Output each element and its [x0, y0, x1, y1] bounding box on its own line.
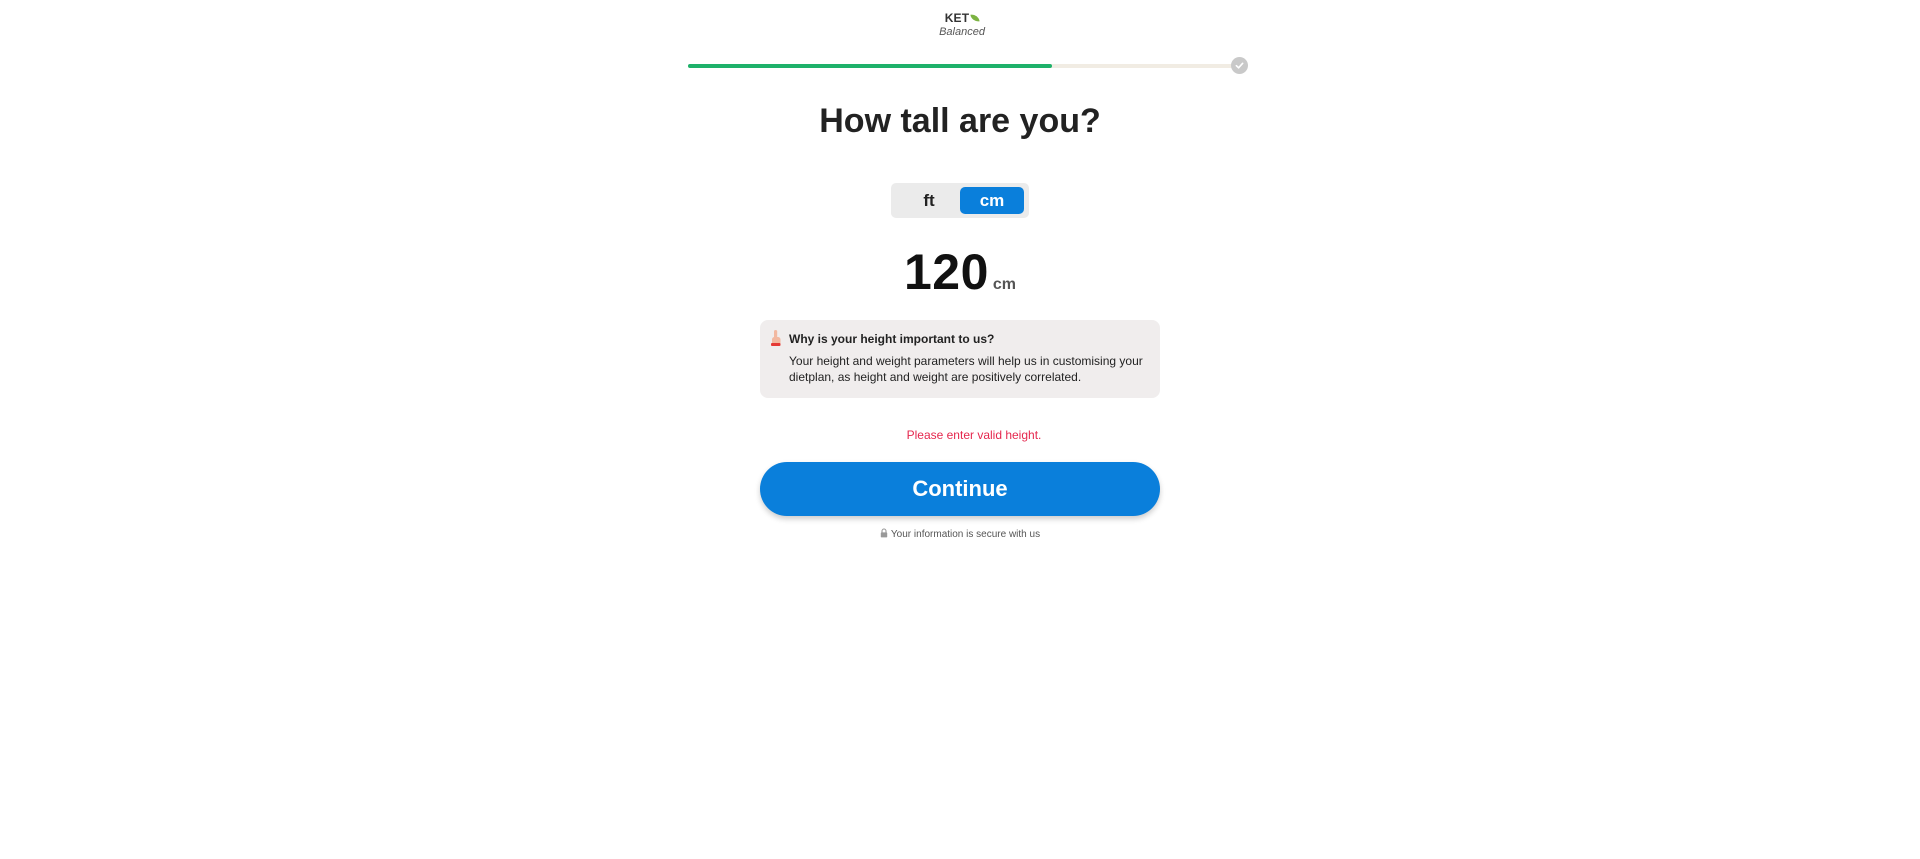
height-value-display[interactable]: 120 cm — [0, 243, 1920, 301]
page-title: How tall are you? — [819, 102, 1101, 140]
height-value[interactable]: 120 — [904, 244, 989, 300]
secure-note-text: Your information is secure with us — [890, 529, 1041, 540]
continue-button[interactable]: Continue — [760, 462, 1160, 516]
logo-subtitle: Balanced — [939, 26, 985, 38]
unit-cm-button[interactable]: cm — [960, 187, 1024, 214]
info-box: Why is your height important to us? Your… — [760, 320, 1160, 398]
progress-bar — [688, 64, 1239, 68]
logo: KET Balanced — [933, 10, 991, 38]
progress-bar-fill — [688, 64, 1052, 68]
error-message: Please enter valid height. — [906, 428, 1042, 442]
lock-icon — [880, 528, 888, 538]
height-unit: cm — [992, 276, 1017, 293]
secure-note: Your information is secure with us — [0, 528, 1920, 540]
info-title: Why is your height important to us? — [789, 332, 995, 346]
check-icon — [1231, 57, 1248, 74]
leaf-icon — [970, 13, 980, 23]
unit-ft-button[interactable]: ft — [897, 187, 961, 214]
logo-wordmark: KET — [945, 12, 980, 24]
logo-top-text: KET — [944, 11, 970, 25]
info-text: Your height and weight parameters will h… — [789, 354, 1143, 384]
pointing-finger-icon — [771, 330, 781, 346]
page: KET Balanced How tall are you? ft cm 120… — [0, 0, 1920, 859]
unit-toggle: ft cm — [891, 183, 1029, 218]
